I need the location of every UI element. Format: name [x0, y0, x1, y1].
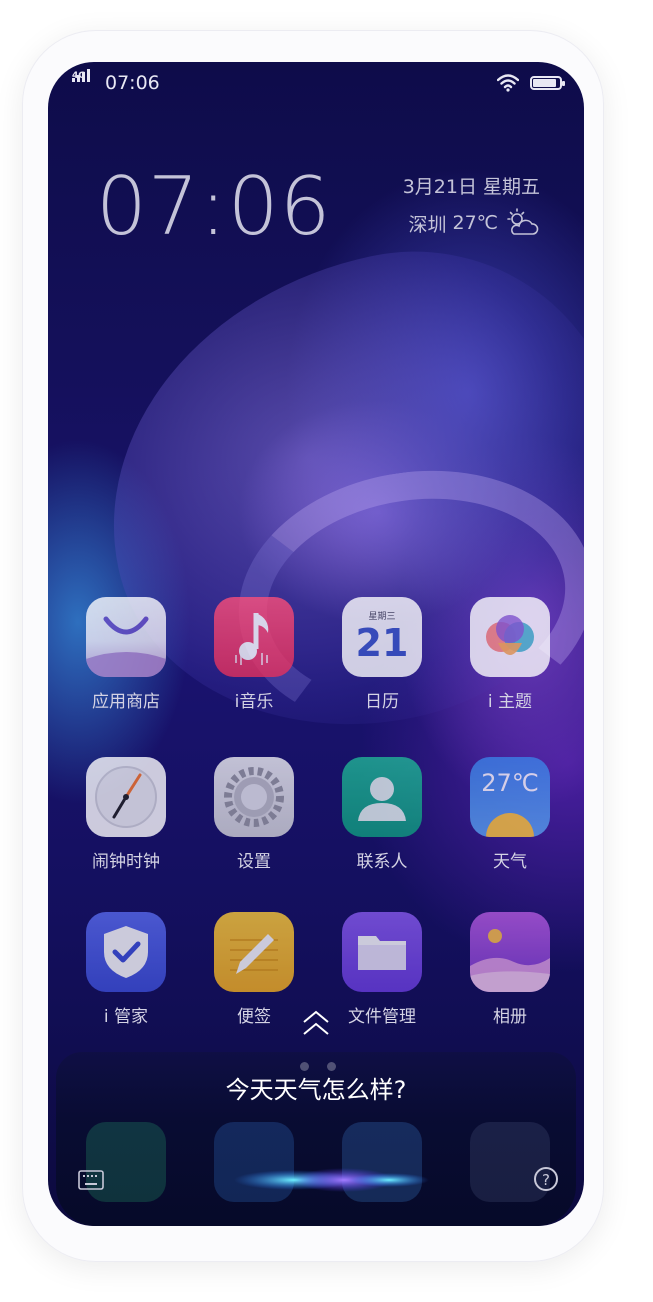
app-label: 应用商店 — [92, 692, 160, 712]
status-time: 07:06 — [105, 72, 160, 94]
home-clock[interactable]: 07:06 — [96, 160, 332, 253]
help-button[interactable]: ? — [534, 1167, 558, 1191]
app-settings[interactable]: 设置 — [190, 757, 318, 872]
theme-icon — [470, 597, 550, 677]
phone-screen: 4G 07:06 07:06 3月21日 星期五 深圳 27℃ — [48, 62, 584, 1226]
weather-temp: 27℃ — [452, 212, 498, 234]
app-manager[interactable]: i 管家 — [62, 912, 190, 1027]
gallery-icon — [470, 912, 550, 992]
app-calendar[interactable]: 星期三 21 日历 — [318, 597, 446, 712]
app-contacts[interactable]: 联系人 — [318, 757, 446, 872]
app-label: i 管家 — [103, 1007, 149, 1027]
shield-icon — [86, 912, 166, 992]
app-label: 相册 — [493, 1007, 527, 1027]
app-label: 闹钟时钟 — [92, 852, 160, 872]
app-app-store[interactable]: 应用商店 — [62, 597, 190, 712]
calendar-icon: 星期三 21 — [342, 597, 422, 677]
chevron-up-icon[interactable] — [301, 1010, 331, 1038]
weather-icon: 27℃ — [470, 757, 550, 837]
app-label: 便签 — [237, 1007, 271, 1027]
notes-icon — [214, 912, 294, 992]
app-label: 日历 — [365, 692, 399, 712]
partly-cloudy-icon — [507, 208, 539, 235]
weather-city: 深圳 — [408, 213, 447, 236]
home-weather[interactable]: 深圳 27℃ — [408, 208, 540, 238]
status-bar: 4G 07:06 — [48, 62, 584, 106]
battery-icon — [530, 76, 565, 90]
keyboard-icon[interactable] — [78, 1170, 104, 1190]
contacts-icon — [342, 757, 422, 837]
app-files[interactable]: 文件管理 — [318, 912, 446, 1027]
battery-fill — [533, 79, 557, 87]
app-music[interactable]: i音乐 — [190, 597, 318, 712]
app-weather[interactable]: 27℃ 天气 — [446, 757, 574, 872]
app-label: i音乐 — [234, 692, 274, 712]
assistant-query: 今天天气怎么样? — [225, 1076, 407, 1104]
app-notes[interactable]: 便签 — [190, 912, 318, 1027]
app-theme[interactable]: i 主题 — [446, 597, 574, 712]
clock-icon — [86, 757, 166, 837]
app-label: i 主题 — [487, 692, 533, 712]
calendar-day: 21 — [355, 621, 409, 665]
app-label: 设置 — [237, 852, 271, 872]
app-label: 联系人 — [356, 852, 408, 872]
app-gallery[interactable]: 相册 — [446, 912, 574, 1027]
music-icon — [214, 597, 294, 677]
wifi-icon — [497, 74, 519, 92]
app-clock[interactable]: 闹钟时钟 — [62, 757, 190, 872]
folder-icon — [342, 912, 422, 992]
home-date: 3月21日 星期五 — [402, 176, 540, 198]
app-label: 文件管理 — [348, 1007, 416, 1027]
app-store-icon — [86, 597, 166, 677]
app-label: 天气 — [493, 852, 527, 872]
gear-icon — [214, 757, 294, 837]
voice-waveform[interactable] — [144, 1160, 514, 1200]
